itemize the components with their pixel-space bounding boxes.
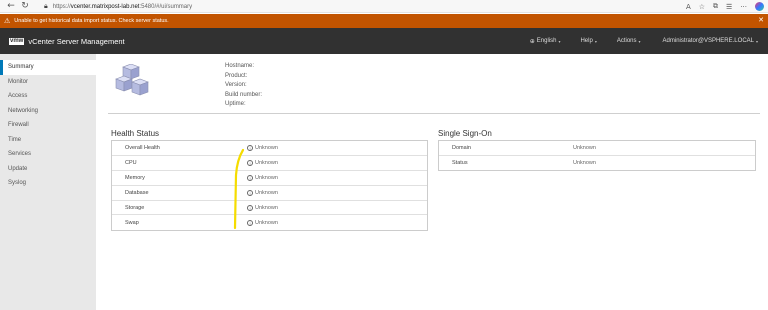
table-row: Overall Health i Unknown	[112, 141, 427, 156]
health-row-value: i Unknown	[247, 189, 278, 196]
vmw-logo: vmw	[9, 37, 25, 45]
sso-table: Domain Unknown Status Unknown	[438, 140, 756, 171]
info-icon: i	[247, 189, 253, 196]
table-row: Storage i Unknown	[112, 201, 427, 216]
sso-title: Single Sign-On	[438, 129, 492, 138]
user-menu[interactable]: Administrator@VSPHERE.LOCAL ▾	[663, 38, 758, 44]
sidebar-item-services[interactable]: Services	[0, 147, 96, 162]
divider	[108, 113, 760, 114]
alert-text: Unable to get historical data import sta…	[14, 18, 169, 24]
health-row-value: i Unknown	[247, 219, 278, 226]
appliance-info: Hostname: Product: Version: Build number…	[225, 62, 262, 110]
sidebar-item-update[interactable]: Update	[0, 162, 96, 177]
chevron-down-icon: ▾	[755, 38, 758, 44]
sso-row-name: Domain	[452, 144, 471, 151]
sidebar-item-networking[interactable]: Networking	[0, 104, 96, 119]
main-content: Hostname: Product: Version: Build number…	[96, 54, 768, 310]
info-icon: i	[247, 144, 253, 151]
uptime-label: Uptime:	[225, 101, 246, 108]
info-icon: i	[247, 174, 253, 181]
profile-icon[interactable]	[755, 2, 764, 11]
health-status-table: Overall Health i Unknown CPU i Unknown Memor…	[111, 140, 428, 231]
back-icon[interactable]: ←	[4, 0, 18, 13]
table-row: Database i Unknown	[112, 186, 427, 201]
build-number-label: Build number:	[225, 91, 263, 98]
health-row-value: i Unknown	[247, 159, 278, 166]
more-menu-icon[interactable]: ···	[740, 3, 747, 11]
sidebar: Summary Monitor Access Networking Firewa…	[0, 54, 96, 310]
info-icon: i	[247, 219, 253, 226]
url-text[interactable]: https://vcenter.matrixpost-lab.net:5480/…	[53, 4, 192, 10]
close-icon[interactable]: ✕	[758, 16, 764, 24]
health-row-value: i Unknown	[247, 174, 278, 181]
sidebar-item-time[interactable]: Time	[0, 133, 96, 148]
health-row-name: Swap	[125, 219, 139, 226]
sidebar-item-access[interactable]: Access	[0, 89, 96, 104]
sidebar-item-summary[interactable]: Summary	[0, 60, 96, 75]
sso-row-value: Unknown	[573, 160, 596, 167]
globe-icon: ⊕	[529, 37, 535, 45]
help-menu[interactable]: Help ▾	[580, 38, 596, 44]
sidebar-item-monitor[interactable]: Monitor	[0, 75, 96, 90]
chevron-down-icon: ▾	[638, 38, 641, 44]
sso-row-value: Unknown	[573, 144, 596, 151]
sidebar-item-firewall[interactable]: Firewall	[0, 118, 96, 133]
address-bar[interactable]: 🔒︎ https://vcenter.matrixpost-lab.net:54…	[44, 1, 664, 12]
chevron-down-icon: ▾	[558, 38, 561, 44]
read-aloud-icon[interactable]: A	[686, 3, 691, 11]
app-title: vCenter Server Management	[28, 36, 125, 46]
health-row-name: CPU	[125, 159, 137, 166]
app-header: vmw vCenter Server Management ⊕ English ▾ …	[0, 28, 768, 54]
table-row: Swap i Unknown	[112, 215, 427, 230]
warning-icon: ⚠	[4, 17, 11, 25]
health-status-title: Health Status	[111, 129, 160, 138]
favorite-star-icon[interactable]: ☆	[699, 3, 705, 11]
browser-toolbar: ← ↻ 🔒︎ https://vcenter.matrixpost-lab.ne…	[0, 0, 768, 13]
health-row-name: Overall Health	[125, 144, 160, 151]
health-row-name: Memory	[125, 174, 145, 181]
language-menu[interactable]: ⊕ English ▾	[530, 38, 561, 45]
health-row-value: i Unknown	[247, 204, 278, 211]
table-row: CPU i Unknown	[112, 156, 427, 171]
table-row: Status Unknown	[439, 156, 755, 171]
table-row: Memory i Unknown	[112, 171, 427, 186]
reload-icon[interactable]: ↻	[18, 0, 32, 13]
actions-menu[interactable]: Actions ▾	[617, 38, 641, 44]
appliance-cubes-icon	[115, 64, 149, 96]
chevron-down-icon: ▾	[594, 38, 597, 44]
product-label: Product:	[225, 72, 248, 79]
sso-row-name: Status	[452, 160, 468, 167]
health-row-name: Storage	[125, 204, 145, 211]
sidebar-item-syslog[interactable]: Syslog	[0, 176, 96, 191]
version-label: Version:	[225, 82, 247, 89]
health-row-name: Database	[125, 189, 149, 196]
hostname-label: Hostname:	[225, 63, 255, 69]
health-row-value: i Unknown	[247, 144, 278, 151]
table-row: Domain Unknown	[439, 141, 755, 156]
info-icon: i	[247, 204, 253, 211]
alert-banner: ⚠ Unable to get historical data import s…	[0, 14, 768, 28]
lock-icon[interactable]: 🔒︎	[44, 2, 48, 11]
favorites-icon[interactable]: ☰	[726, 3, 732, 11]
info-icon: i	[247, 159, 253, 166]
extensions-icon[interactable]: ⧉	[713, 2, 718, 11]
